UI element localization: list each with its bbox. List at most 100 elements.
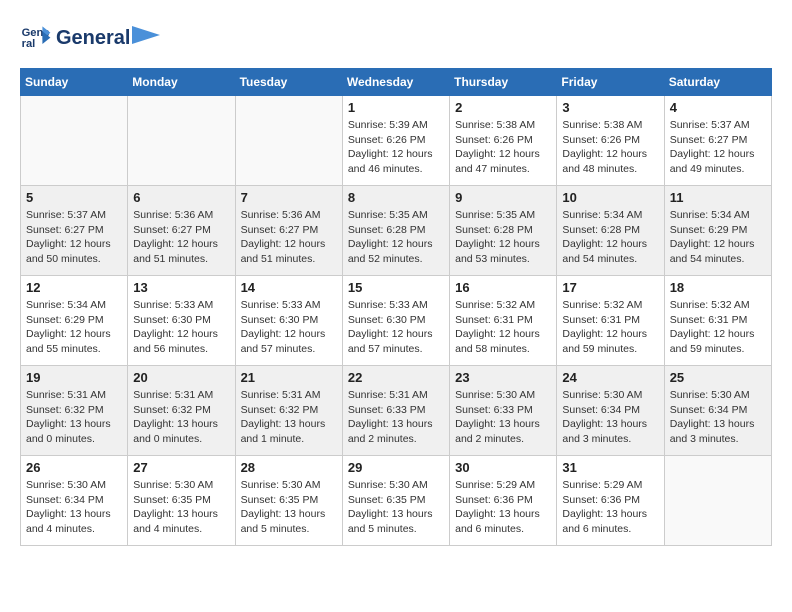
calendar-cell: 7 Sunrise: 5:36 AM Sunset: 6:27 PM Daylig… — [235, 186, 342, 276]
calendar-cell: 10 Sunrise: 5:34 AM Sunset: 6:28 PM Dayli… — [557, 186, 664, 276]
day-number: 9 — [455, 190, 551, 205]
logo-icon: Gene ral — [20, 20, 52, 52]
calendar-cell: 31 Sunrise: 5:29 AM Sunset: 6:36 PM Dayli… — [557, 456, 664, 546]
day-info: Sunrise: 5:30 AM Sunset: 6:35 PM Dayligh… — [348, 478, 444, 537]
day-number: 25 — [670, 370, 766, 385]
day-number: 30 — [455, 460, 551, 475]
day-number: 5 — [26, 190, 122, 205]
calendar-cell — [21, 96, 128, 186]
calendar-cell: 26 Sunrise: 5:30 AM Sunset: 6:34 PM Dayli… — [21, 456, 128, 546]
day-info: Sunrise: 5:30 AM Sunset: 6:34 PM Dayligh… — [562, 388, 658, 447]
logo: Gene ral General — [20, 20, 162, 52]
day-of-week-saturday: Saturday — [664, 69, 771, 96]
day-info: Sunrise: 5:31 AM Sunset: 6:33 PM Dayligh… — [348, 388, 444, 447]
calendar-cell: 27 Sunrise: 5:30 AM Sunset: 6:35 PM Dayli… — [128, 456, 235, 546]
calendar-cell: 4Sunrise: 5:37 AM Sunset: 6:27 PM Daylig… — [664, 96, 771, 186]
day-info: Sunrise: 5:38 AM Sunset: 6:26 PM Dayligh… — [455, 118, 551, 177]
calendar-cell: 14 Sunrise: 5:33 AM Sunset: 6:30 PM Dayli… — [235, 276, 342, 366]
day-number: 16 — [455, 280, 551, 295]
calendar-header-row: SundayMondayTuesdayWednesdayThursdayFrid… — [21, 69, 772, 96]
day-number: 18 — [670, 280, 766, 295]
calendar-cell: 2 Sunrise: 5:38 AM Sunset: 6:26 PM Daylig… — [450, 96, 557, 186]
calendar-cell: 9 Sunrise: 5:35 AM Sunset: 6:28 PM Daylig… — [450, 186, 557, 276]
day-info: Sunrise: 5:35 AM Sunset: 6:28 PM Dayligh… — [348, 208, 444, 267]
day-info: Sunrise: 5:33 AM Sunset: 6:30 PM Dayligh… — [348, 298, 444, 357]
day-number: 28 — [241, 460, 337, 475]
day-info: Sunrise: 5:34 AM Sunset: 6:28 PM Dayligh… — [562, 208, 658, 267]
calendar-cell — [128, 96, 235, 186]
day-info: Sunrise: 5:36 AM Sunset: 6:27 PM Dayligh… — [133, 208, 229, 267]
calendar-week-row: 12 Sunrise: 5:34 AM Sunset: 6:29 PM Dayli… — [21, 276, 772, 366]
day-info: Sunrise: 5:37 AM Sunset: 6:27 PM Dayligh… — [670, 118, 766, 177]
day-info: Sunrise: 5:36 AM Sunset: 6:27 PM Dayligh… — [241, 208, 337, 267]
calendar-cell: 29 Sunrise: 5:30 AM Sunset: 6:35 PM Dayli… — [342, 456, 449, 546]
day-number: 15 — [348, 280, 444, 295]
calendar-cell: 25Sunrise: 5:30 AM Sunset: 6:34 PM Dayli… — [664, 366, 771, 456]
calendar-cell — [235, 96, 342, 186]
calendar-cell: 17Sunrise: 5:32 AM Sunset: 6:31 PM Dayli… — [557, 276, 664, 366]
day-number: 27 — [133, 460, 229, 475]
day-number: 17 — [562, 280, 658, 295]
calendar-cell: 18 Sunrise: 5:32 AM Sunset: 6:31 PM Dayli… — [664, 276, 771, 366]
calendar-cell: 12 Sunrise: 5:34 AM Sunset: 6:29 PM Dayli… — [21, 276, 128, 366]
day-info: Sunrise: 5:29 AM Sunset: 6:36 PM Dayligh… — [562, 478, 658, 537]
calendar-table: SundayMondayTuesdayWednesdayThursdayFrid… — [20, 68, 772, 546]
day-number: 7 — [241, 190, 337, 205]
day-number: 23 — [455, 370, 551, 385]
day-of-week-wednesday: Wednesday — [342, 69, 449, 96]
day-number: 20 — [133, 370, 229, 385]
day-number: 24 — [562, 370, 658, 385]
day-number: 14 — [241, 280, 337, 295]
day-number: 1 — [348, 100, 444, 115]
calendar-week-row: 26 Sunrise: 5:30 AM Sunset: 6:34 PM Dayli… — [21, 456, 772, 546]
calendar-cell: 3 Sunrise: 5:38 AM Sunset: 6:26 PM Daylig… — [557, 96, 664, 186]
day-info: Sunrise: 5:32 AM Sunset: 6:31 PM Dayligh… — [670, 298, 766, 357]
day-info: Sunrise: 5:33 AM Sunset: 6:30 PM Dayligh… — [133, 298, 229, 357]
logo-general: General — [56, 27, 130, 50]
calendar-week-row: 19 Sunrise: 5:31 AM Sunset: 6:32 PM Dayli… — [21, 366, 772, 456]
day-of-week-friday: Friday — [557, 69, 664, 96]
calendar-cell: 13 Sunrise: 5:33 AM Sunset: 6:30 PM Dayli… — [128, 276, 235, 366]
calendar-cell: 16 Sunrise: 5:32 AM Sunset: 6:31 PM Dayli… — [450, 276, 557, 366]
calendar-cell: 20 Sunrise: 5:31 AM Sunset: 6:32 PM Dayli… — [128, 366, 235, 456]
day-info: Sunrise: 5:31 AM Sunset: 6:32 PM Dayligh… — [133, 388, 229, 447]
calendar-cell: 23Sunrise: 5:30 AM Sunset: 6:33 PM Dayli… — [450, 366, 557, 456]
day-info: Sunrise: 5:33 AM Sunset: 6:30 PM Dayligh… — [241, 298, 337, 357]
day-info: Sunrise: 5:31 AM Sunset: 6:32 PM Dayligh… — [26, 388, 122, 447]
day-info: Sunrise: 5:30 AM Sunset: 6:34 PM Dayligh… — [26, 478, 122, 537]
calendar-cell: 1 Sunrise: 5:39 AM Sunset: 6:26 PM Daylig… — [342, 96, 449, 186]
day-info: Sunrise: 5:31 AM Sunset: 6:32 PM Dayligh… — [241, 388, 337, 447]
day-number: 11 — [670, 190, 766, 205]
calendar-week-row: 5Sunrise: 5:37 AM Sunset: 6:27 PM Daylig… — [21, 186, 772, 276]
day-number: 19 — [26, 370, 122, 385]
calendar-cell: 5Sunrise: 5:37 AM Sunset: 6:27 PM Daylig… — [21, 186, 128, 276]
calendar-cell: 6Sunrise: 5:36 AM Sunset: 6:27 PM Daylig… — [128, 186, 235, 276]
logo-arrow-icon — [132, 26, 160, 44]
day-info: Sunrise: 5:39 AM Sunset: 6:26 PM Dayligh… — [348, 118, 444, 177]
day-info: Sunrise: 5:38 AM Sunset: 6:26 PM Dayligh… — [562, 118, 658, 177]
day-number: 8 — [348, 190, 444, 205]
calendar-cell: 24 Sunrise: 5:30 AM Sunset: 6:34 PM Dayli… — [557, 366, 664, 456]
day-info: Sunrise: 5:34 AM Sunset: 6:29 PM Dayligh… — [26, 298, 122, 357]
calendar-cell — [664, 456, 771, 546]
day-number: 29 — [348, 460, 444, 475]
day-number: 13 — [133, 280, 229, 295]
day-number: 26 — [26, 460, 122, 475]
day-info: Sunrise: 5:30 AM Sunset: 6:35 PM Dayligh… — [241, 478, 337, 537]
day-info: Sunrise: 5:32 AM Sunset: 6:31 PM Dayligh… — [455, 298, 551, 357]
day-number: 31 — [562, 460, 658, 475]
calendar-cell: 30Sunrise: 5:29 AM Sunset: 6:36 PM Dayli… — [450, 456, 557, 546]
calendar-week-row: 1 Sunrise: 5:39 AM Sunset: 6:26 PM Daylig… — [21, 96, 772, 186]
day-of-week-monday: Monday — [128, 69, 235, 96]
day-of-week-thursday: Thursday — [450, 69, 557, 96]
day-number: 12 — [26, 280, 122, 295]
day-number: 21 — [241, 370, 337, 385]
day-number: 2 — [455, 100, 551, 115]
page-header: Gene ral General — [20, 20, 772, 52]
calendar-cell: 15 Sunrise: 5:33 AM Sunset: 6:30 PM Dayli… — [342, 276, 449, 366]
calendar-cell: 22Sunrise: 5:31 AM Sunset: 6:33 PM Dayli… — [342, 366, 449, 456]
day-number: 3 — [562, 100, 658, 115]
day-info: Sunrise: 5:35 AM Sunset: 6:28 PM Dayligh… — [455, 208, 551, 267]
day-info: Sunrise: 5:30 AM Sunset: 6:35 PM Dayligh… — [133, 478, 229, 537]
day-number: 10 — [562, 190, 658, 205]
